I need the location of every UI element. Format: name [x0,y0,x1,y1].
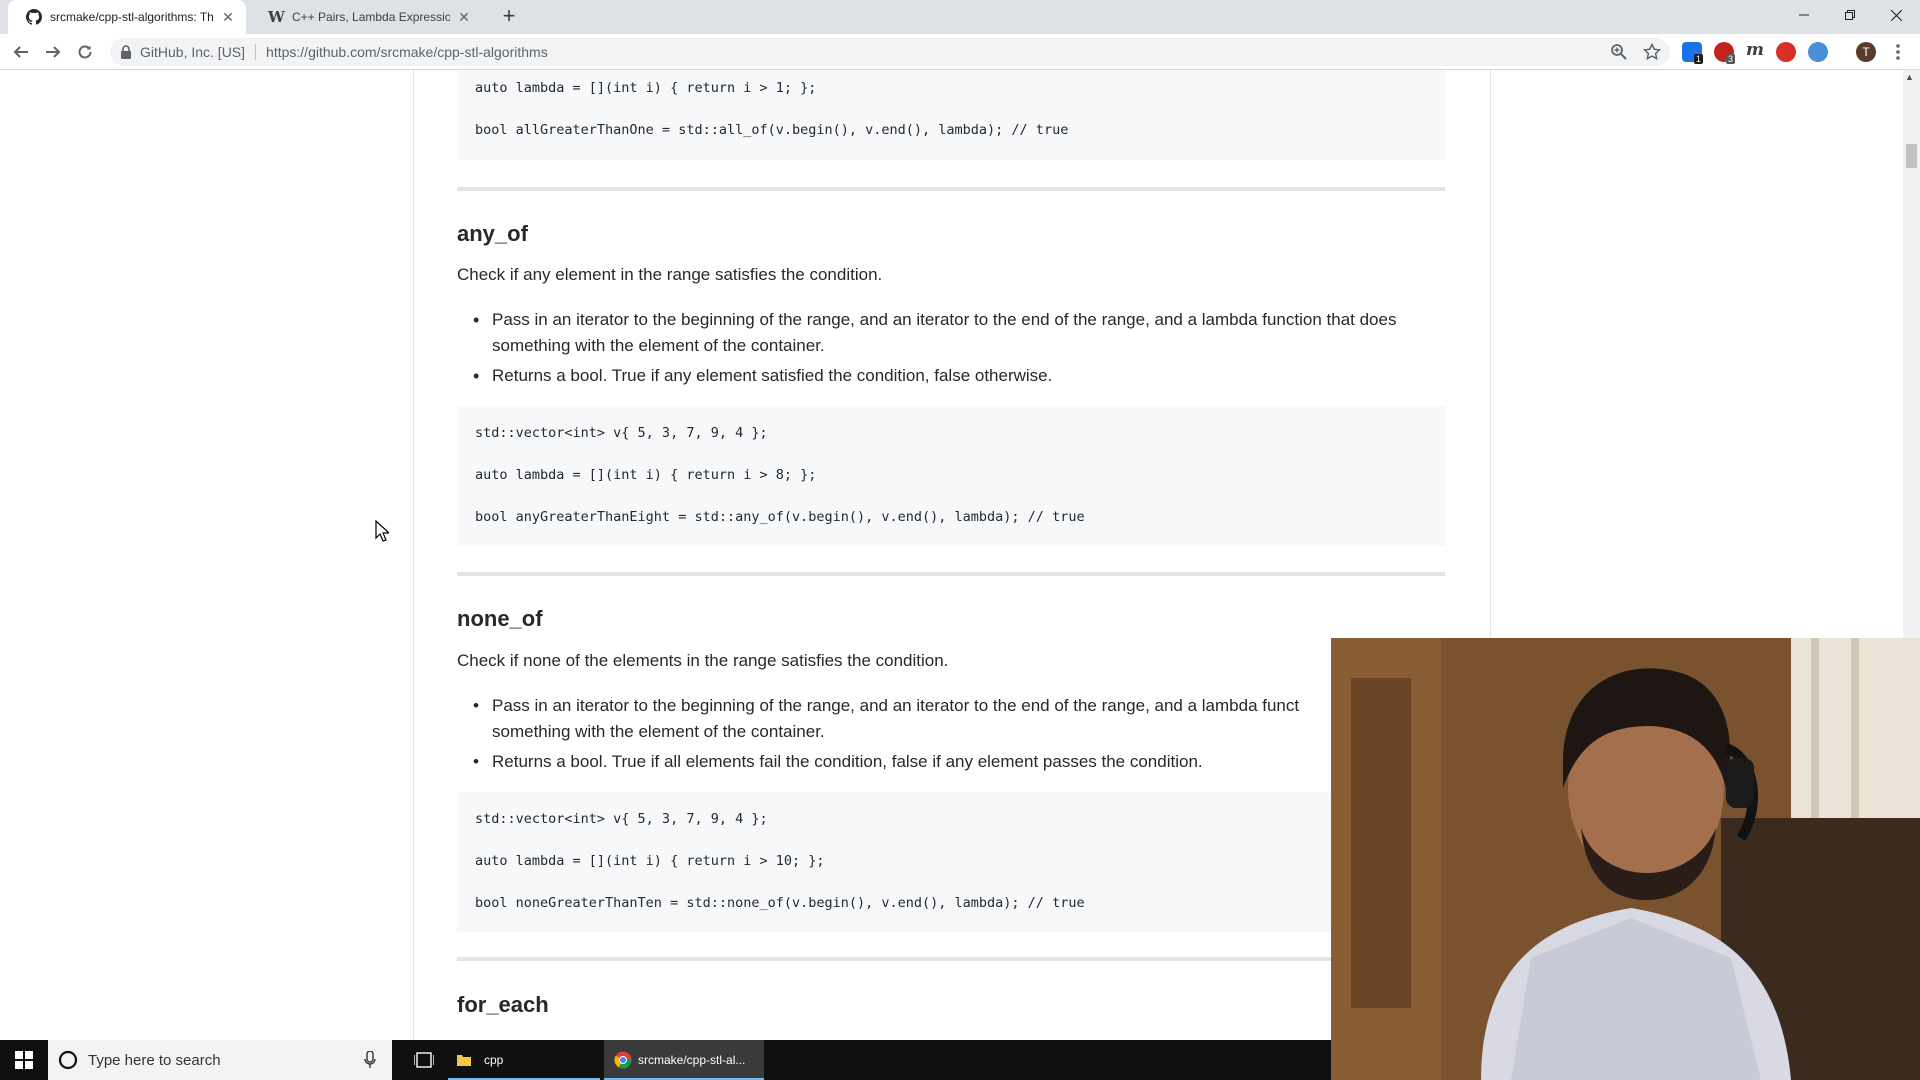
code-block-none-of: std::vector<int> v{ 5, 3, 7, 9, 4 }; aut… [457,792,1445,932]
back-button[interactable] [9,40,33,64]
zoom-icon[interactable] [1610,43,1628,61]
forward-button[interactable] [41,40,65,64]
code-line: std::vector<int> v{ 5, 3, 7, 9, 4 }; [475,425,768,441]
new-tab-button[interactable]: + [497,5,521,29]
section-divider [457,957,1445,961]
section-title: any_of [457,221,528,246]
browser-toolbar: GitHub, Inc. [US] https://github.com/src… [0,34,1920,70]
task-view-icon [414,1052,434,1068]
tab-close-icon[interactable]: ✕ [220,9,236,26]
section-title: for_each [457,992,549,1017]
section-description: Check if any element in the range satisf… [457,265,883,284]
wikipedia-icon: W [268,8,285,26]
windows-icon [15,1051,33,1069]
extension-badge: 1 [1694,54,1704,64]
arrow-right-icon [46,46,61,58]
scroll-up-arrow-icon[interactable]: ▲ [1905,72,1914,82]
extension-badge: 3 [1726,54,1736,64]
taskbar-item-chrome[interactable]: srcmake/cpp-stl-al... [604,1040,764,1080]
bullet-list: • Pass in an iterator to the beginning o… [457,693,1445,775]
minimize-button[interactable] [1781,0,1827,30]
start-button[interactable] [0,1040,48,1080]
search-placeholder: Type here to search [88,1051,221,1069]
tab-strip: srcmake/cpp-stl-algorithms: This ✕ W C++… [0,0,1920,34]
code-line: std::vector<int> v{ 5, 3, 7, 9, 4 }; [475,811,768,827]
mouse-cursor-icon [375,520,389,542]
close-window-button[interactable] [1873,0,1919,30]
section-divider [457,572,1445,576]
url-text[interactable]: https://github.com/srcmake/cpp-stl-algor… [266,44,548,60]
extension-icon[interactable]: m [1746,40,1764,60]
bullet-dot: • [473,696,479,715]
task-view-button[interactable] [400,1040,448,1080]
code-block-all-of: auto lambda = [](int i) { return i > 1; … [457,70,1445,160]
tab-wikipedia[interactable]: W C++ Pairs, Lambda Expressions, a ✕ [250,0,482,34]
list-item: Pass in an iterator to the beginning of … [457,307,1445,359]
microphone-icon[interactable] [364,1051,376,1069]
code-line: auto lambda = [](int i) { return i > 1; … [475,80,817,96]
section-divider [457,187,1445,191]
code-block-any-of: std::vector<int> v{ 5, 3, 7, 9, 4 }; aut… [457,406,1445,546]
taskbar-item-cpp[interactable]: cpp [448,1040,600,1080]
lock-icon [121,45,131,59]
webcam-overlay [1331,638,1920,1080]
cortana-icon [58,1050,78,1070]
taskbar-item-label: cpp [484,1053,504,1067]
github-icon [26,9,42,25]
extension-icon[interactable] [1808,42,1828,62]
bullet-dot: • [473,752,479,771]
tab-title: C++ Pairs, Lambda Expressions, a [292,10,450,24]
profile-avatar[interactable]: T [1856,42,1876,62]
list-item: Returns a bool. True if all elements fai… [492,752,1203,771]
site-identity[interactable]: GitHub, Inc. [US] [140,44,245,60]
section-title: none_of [457,606,543,631]
address-bar[interactable]: GitHub, Inc. [US] https://github.com/src… [110,38,1670,66]
taskbar-item-label: srcmake/cpp-stl-al... [638,1053,746,1067]
taskbar-search[interactable]: Type here to search [48,1040,392,1080]
list-item-continuation: something with the element of the contai… [492,722,825,741]
close-icon [1890,9,1902,21]
reload-button[interactable] [73,40,97,64]
code-line: bool allGreaterThanOne = std::all_of(v.b… [475,122,1069,138]
omnibox-separator [255,44,257,60]
extension-icon[interactable] [1776,42,1796,62]
chrome-icon [614,1051,632,1069]
menu-icon[interactable] [1890,40,1906,64]
tab-title: srcmake/cpp-stl-algorithms: This [50,10,214,24]
folder-icon [457,1055,471,1066]
left-border [413,70,414,1040]
star-icon[interactable] [1643,43,1661,61]
list-item: Returns a bool. True if any element sati… [457,363,1445,389]
list-item: Pass in an iterator to the beginning of … [492,696,1300,715]
code-line: auto lambda = [](int i) { return i > 10;… [475,853,825,869]
section-description: Check if none of the elements in the ran… [457,651,949,670]
code-line: bool anyGreaterThanEight = std::any_of(v… [475,509,1085,525]
minimize-icon [1799,14,1809,16]
code-line: auto lambda = [](int i) { return i > 8; … [475,467,817,483]
code-line: bool noneGreaterThanTen = std::none_of(v… [475,895,1085,911]
restore-icon [1845,10,1855,20]
restore-button[interactable] [1827,0,1873,30]
arrow-left-icon [13,46,28,58]
reload-icon [78,45,92,59]
scrollbar-thumb[interactable] [1906,144,1917,168]
bullet-list: Pass in an iterator to the beginning of … [457,307,1445,389]
webcam-image [1331,638,1920,1080]
tab-close-icon[interactable]: ✕ [456,9,472,26]
tab-github[interactable]: srcmake/cpp-stl-algorithms: This ✕ [8,0,246,34]
